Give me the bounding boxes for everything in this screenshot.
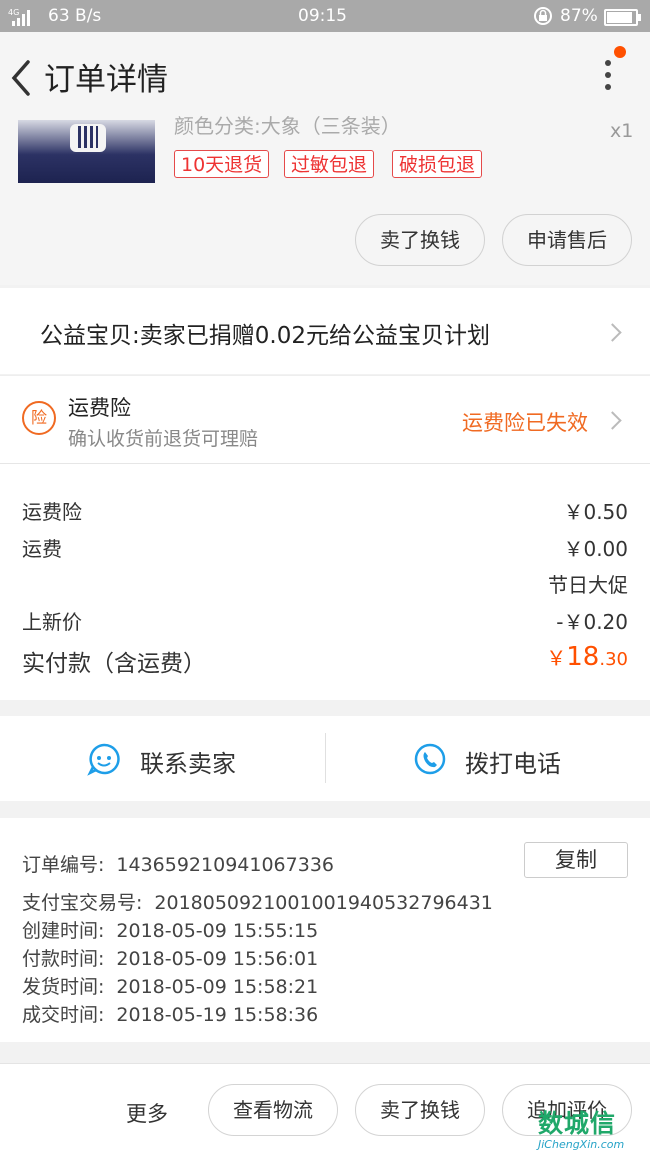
total-currency: ￥	[546, 646, 567, 670]
divider	[325, 733, 326, 783]
watermark-main: 数城信	[538, 1109, 617, 1138]
total-amount: ￥18.30	[546, 642, 628, 672]
total-integer: 18	[566, 642, 600, 672]
created-time-value: 2018-05-09 15:55:15	[116, 920, 319, 942]
service-tag-allergy: 过敏包退	[284, 150, 375, 178]
paid-time-row: 付款时间: 2018-05-09 15:56:01	[22, 944, 318, 971]
product-section: 颜色分类:大象（三条装） x1 10天退货 过敏包退 破损包退 卖了换钱 申请售…	[0, 114, 650, 285]
price-breakdown: 运费险 ￥0.50 运费 ￥0.00 节日大促 上新价 -￥0.20 实付款（含…	[0, 463, 650, 700]
chat-bubble-icon	[87, 742, 120, 776]
more-menu-icon[interactable]	[596, 54, 620, 102]
watermark-sub: JiChengXin.com	[538, 1138, 625, 1151]
clock: 09:15	[298, 6, 347, 26]
copy-button[interactable]: 复制	[524, 842, 628, 878]
done-time-value: 2018-05-19 15:58:36	[116, 1004, 319, 1026]
rotation-lock-icon	[532, 5, 554, 32]
insurance-desc: 确认收货前退货可理赔	[68, 428, 259, 450]
product-quantity: x1	[610, 120, 634, 142]
chevron-right-icon	[603, 323, 622, 342]
order-number-row: 订单编号: 143659210941067336	[22, 850, 334, 877]
order-number-label: 订单编号:	[22, 854, 105, 876]
order-info: 订单编号: 143659210941067336 复制 支付宝交易号: 201805…	[0, 818, 650, 1042]
order-number-value: 143659210941067336	[116, 854, 334, 876]
network-speed: 63 B/s	[48, 6, 102, 26]
insurance-fee-value: ￥0.50	[563, 500, 628, 524]
watermark-logo: 数城信 JiChengXin.com	[538, 1104, 624, 1151]
signal-icon: 4G	[8, 7, 42, 32]
new-price-label: 上新价	[22, 610, 82, 634]
insurance-fee-label: 运费险	[22, 500, 82, 524]
insurance-name: 运费险	[68, 396, 131, 420]
alipay-number-value: 2018050921001001940532796431	[154, 892, 493, 914]
nav-bar: 订单详情	[0, 32, 650, 120]
shipped-time-value: 2018-05-09 15:58:21	[116, 976, 319, 998]
battery-icon	[604, 9, 641, 26]
more-button[interactable]: 更多	[126, 1098, 168, 1128]
page-title: 订单详情	[44, 62, 168, 98]
shipped-time-row: 发货时间: 2018-05-09 15:58:21	[22, 972, 318, 999]
shipping-label: 运费	[22, 537, 62, 561]
service-tag-damage: 破损包退	[392, 150, 483, 178]
shipping-insurance-row[interactable]: 险 运费险 确认收货前退货可理赔 运费险已失效	[0, 375, 650, 463]
battery-percent: 87%	[560, 6, 598, 26]
back-arrow-icon[interactable]	[8, 56, 48, 100]
view-logistics-button[interactable]: 查看物流	[208, 1084, 338, 1136]
alipay-number-label: 支付宝交易号:	[22, 892, 143, 914]
alipay-number-row: 支付宝交易号: 2018050921001001940532796431	[22, 888, 493, 915]
sell-for-cash-button[interactable]: 卖了换钱	[355, 1084, 485, 1136]
notification-dot	[614, 46, 626, 58]
network-type: 4G	[8, 8, 19, 17]
done-time-label: 成交时间:	[22, 1004, 105, 1026]
sell-button[interactable]: 卖了换钱	[355, 214, 485, 266]
shipped-time-label: 发货时间:	[22, 976, 105, 998]
service-tag-return: 10天退货	[174, 150, 270, 178]
promo-label: 节日大促	[548, 573, 628, 597]
total-label: 实付款（含运费）	[22, 651, 206, 677]
charity-text: 公益宝贝:卖家已捐赠0.02元给公益宝贝计划	[40, 323, 490, 349]
phone-icon	[413, 742, 446, 775]
insurance-badge-icon: 险	[22, 401, 56, 435]
paid-time-label: 付款时间:	[22, 948, 105, 970]
created-time-label: 创建时间:	[22, 920, 105, 942]
chevron-right-icon	[603, 411, 622, 430]
product-thumbnail[interactable]	[18, 120, 155, 183]
shipping-value: ￥0.00	[563, 537, 628, 561]
created-time-row: 创建时间: 2018-05-09 15:55:15	[22, 916, 318, 943]
insurance-status: 运费险已失效	[462, 411, 588, 435]
contact-seller-button[interactable]: 联系卖家	[140, 744, 236, 779]
contact-bar: 联系卖家 拨打电话	[0, 716, 650, 801]
new-price-value: -￥0.20	[556, 610, 628, 634]
product-sku: 颜色分类:大象（三条装）	[174, 114, 401, 138]
total-decimal: .30	[599, 649, 628, 670]
done-time-row: 成交时间: 2018-05-19 15:58:36	[22, 1000, 318, 1027]
paid-time-value: 2018-05-09 15:56:01	[116, 948, 319, 970]
status-bar: 4G 63 B/s 09:15 87%	[0, 0, 650, 32]
charity-row[interactable]: 公益宝贝:卖家已捐赠0.02元给公益宝贝计划	[0, 288, 650, 374]
after-sale-button[interactable]: 申请售后	[502, 214, 632, 266]
call-phone-button[interactable]: 拨打电话	[465, 744, 561, 779]
